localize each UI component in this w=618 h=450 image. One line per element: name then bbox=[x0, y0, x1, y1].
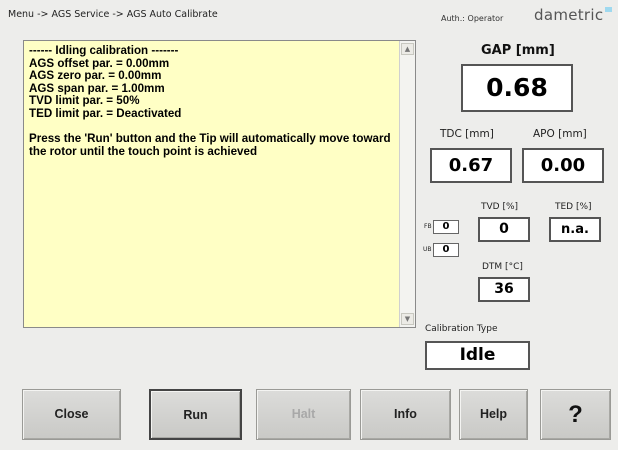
brand-logo: dametric bbox=[534, 6, 604, 24]
tvd-value: 0 bbox=[478, 217, 530, 242]
calibration-type-value: Idle bbox=[425, 341, 530, 370]
auth-level-label: Auth.: Operator bbox=[441, 14, 504, 23]
calibration-type-label: Calibration Type bbox=[425, 324, 498, 334]
fb-value: 0 bbox=[433, 220, 459, 234]
gap-label: GAP [mm] bbox=[481, 43, 555, 58]
log-text: ------ Idling calibration ------- AGS of… bbox=[29, 44, 391, 158]
breadcrumb: Menu -> AGS Service -> AGS Auto Calibrat… bbox=[8, 9, 218, 20]
ub-label: UB bbox=[423, 246, 432, 253]
close-button[interactable]: Close bbox=[22, 389, 121, 440]
tdc-value: 0.67 bbox=[430, 148, 512, 183]
apo-label: APO [mm] bbox=[533, 128, 587, 140]
dtm-label: DTM [°C] bbox=[482, 262, 523, 272]
gap-value: 0.68 bbox=[461, 64, 573, 112]
scroll-up-icon[interactable]: ▲ bbox=[401, 43, 414, 55]
apo-value: 0.00 bbox=[522, 148, 604, 183]
info-button[interactable]: Info bbox=[360, 389, 451, 440]
tdc-label: TDC [mm] bbox=[440, 128, 494, 140]
run-button[interactable]: Run bbox=[149, 389, 242, 440]
halt-button[interactable]: Halt bbox=[256, 389, 351, 440]
ub-value: 0 bbox=[433, 243, 459, 257]
help-button[interactable]: Help bbox=[459, 389, 528, 440]
scroll-down-icon[interactable]: ▼ bbox=[401, 313, 414, 325]
log-scrollbar[interactable]: ▲ ▼ bbox=[399, 41, 415, 327]
calibration-log[interactable]: ------ Idling calibration ------- AGS of… bbox=[23, 40, 416, 328]
tvd-label: TVD [%] bbox=[481, 202, 519, 212]
dtm-value: 36 bbox=[478, 277, 530, 302]
ted-label: TED [%] bbox=[555, 202, 592, 212]
question-button[interactable]: ? bbox=[540, 389, 611, 440]
brand-mark-icon bbox=[605, 7, 612, 12]
ted-value: n.a. bbox=[549, 217, 601, 242]
fb-label: FB bbox=[424, 223, 432, 230]
